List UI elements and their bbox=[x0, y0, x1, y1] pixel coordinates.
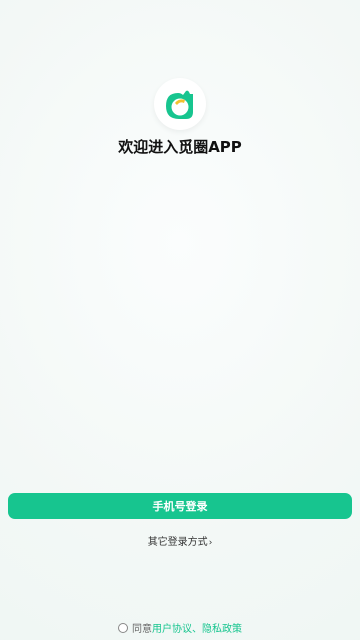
chevron-right-icon: › bbox=[208, 538, 213, 548]
agreement-separator: 、 bbox=[192, 624, 202, 635]
other-login-link[interactable]: 其它登录方式› bbox=[0, 533, 360, 548]
agreement-row: 同意 用户协议 、 隐私政策 bbox=[0, 620, 360, 635]
mi-quan-logo-icon bbox=[166, 90, 193, 119]
phone-login-button[interactable]: 手机号登录 bbox=[8, 493, 352, 519]
privacy-policy-link[interactable]: 隐私政策 bbox=[202, 620, 242, 635]
agreement-checkbox[interactable] bbox=[118, 622, 128, 633]
agreement-prefix: 同意 bbox=[132, 624, 152, 635]
user-agreement-link[interactable]: 用户协议 bbox=[152, 620, 192, 635]
welcome-title: 欢迎进入觅圈APP bbox=[118, 138, 242, 156]
app-logo bbox=[154, 78, 206, 130]
other-login-label: 其它登录方式 bbox=[147, 537, 208, 548]
